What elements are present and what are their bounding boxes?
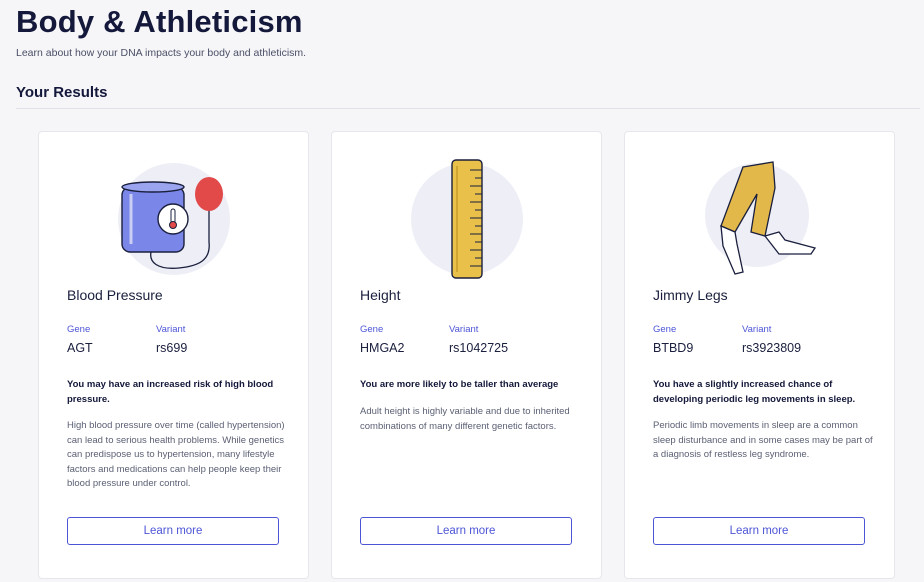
section-title: Your Results: [16, 84, 108, 101]
result-description: High blood pressure over time (called hy…: [67, 420, 285, 489]
gene-value: BTBD9: [653, 341, 694, 355]
result-summary: You may have an increased risk of high b…: [67, 379, 274, 405]
card-title: Blood Pressure: [67, 287, 163, 303]
result-card-jimmy-legs: Jimmy Legs Gene Variant BTBD9 rs3923809 …: [624, 131, 895, 579]
result-summary: You are more likely to be taller than av…: [360, 379, 559, 390]
variant-value: rs3923809: [742, 341, 802, 355]
result-card-height: Height Gene Variant HMGA2 rs1042725 You …: [331, 131, 602, 579]
variant-label: Variant: [156, 324, 186, 335]
page-title: Body & Athleticism: [16, 4, 303, 39]
variant-value: rs699: [156, 341, 188, 355]
gene-label: Gene: [67, 324, 91, 335]
blood-pressure-cuff-icon: [118, 163, 230, 275]
gene-label: Gene: [360, 324, 384, 335]
gene-value: HMGA2: [360, 341, 405, 355]
gene-label: Gene: [653, 324, 677, 335]
result-description: Adult height is highly variable and due …: [360, 406, 570, 432]
section-divider: [16, 108, 920, 109]
variant-label: Variant: [449, 324, 479, 335]
learn-more-button[interactable]: Learn more: [67, 517, 279, 545]
variant-label: Variant: [742, 324, 772, 335]
gene-value: AGT: [67, 341, 93, 355]
card-title: Jimmy Legs: [653, 287, 728, 303]
result-card-blood-pressure: Blood Pressure Gene Variant AGT rs699 Yo…: [38, 131, 309, 579]
learn-more-button[interactable]: Learn more: [653, 517, 865, 545]
result-description: Periodic limb movements in sleep are a c…: [653, 420, 873, 460]
learn-more-button[interactable]: Learn more: [360, 517, 572, 545]
page-subtitle: Learn about how your DNA impacts your bo…: [16, 47, 307, 59]
card-title: Height: [360, 287, 401, 303]
variant-value: rs1042725: [449, 341, 509, 355]
legs-icon: [705, 161, 817, 275]
result-summary: You have a slightly increased chance of …: [653, 379, 856, 405]
ruler-icon: [411, 159, 523, 279]
